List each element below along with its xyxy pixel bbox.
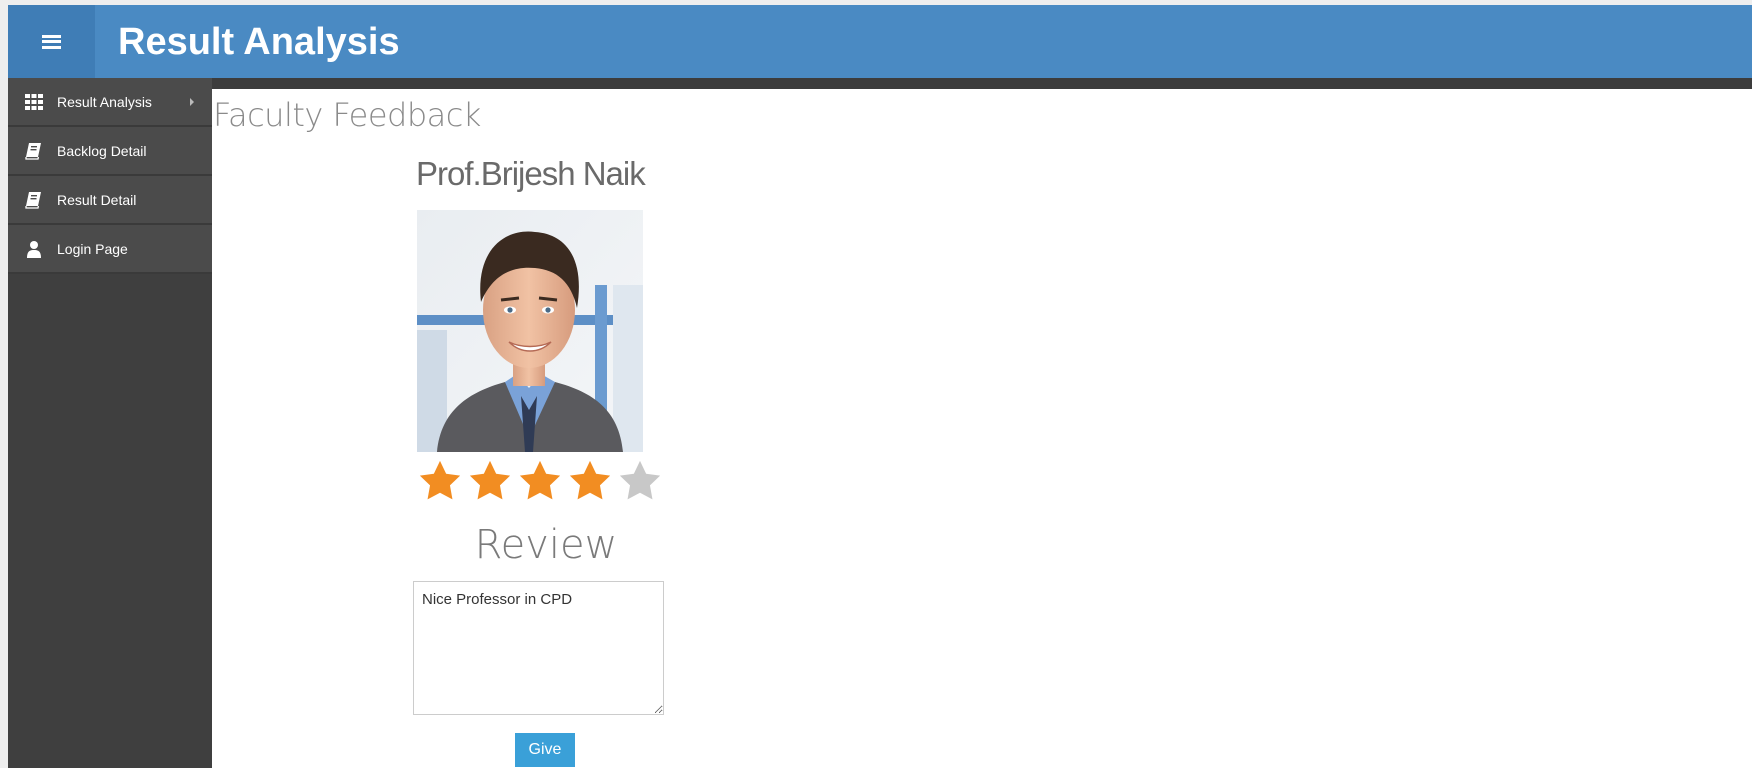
book-icon: [25, 191, 41, 209]
sidebar-item-label: Backlog Detail: [57, 142, 147, 159]
star-icon-3[interactable]: [517, 458, 563, 504]
review-heading: Review: [474, 522, 618, 568]
menu-toggle-button[interactable]: [8, 5, 95, 78]
sidebar-item-login-page[interactable]: Login Page: [8, 225, 212, 274]
review-textarea[interactable]: Nice Professor in CPD: [413, 581, 664, 715]
sidebar-item-label: Result Analysis: [57, 93, 152, 110]
main-content: Faculty Feedback Prof.Brijesh Naik Revie…: [212, 89, 1752, 768]
sidebar-item-backlog-detail[interactable]: Backlog Detail: [8, 127, 212, 176]
sidebar-item-result-detail[interactable]: Result Detail: [8, 176, 212, 225]
rating-stars[interactable]: [417, 458, 667, 508]
page-title: Faculty Feedback: [213, 96, 481, 134]
app-title: Result Analysis: [118, 21, 400, 63]
book-icon: [25, 142, 41, 160]
faculty-name: Prof.Brijesh Naik: [416, 155, 646, 192]
user-icon: [27, 240, 41, 258]
top-bar: Result Analysis: [8, 5, 1752, 78]
hamburger-icon: [42, 34, 61, 49]
give-button[interactable]: Give: [515, 733, 575, 767]
app-window: Result Analysis Result Analysis Backlog …: [8, 5, 1752, 768]
sidebar-item-label: Login Page: [57, 240, 128, 257]
sidebar-item-label: Result Detail: [57, 191, 137, 208]
star-icon-4[interactable]: [567, 458, 613, 504]
star-icon-1[interactable]: [417, 458, 463, 504]
sidebar: Result Analysis Backlog Detail Result De…: [8, 78, 212, 768]
grid-icon: [25, 93, 43, 110]
star-icon-2[interactable]: [467, 458, 513, 504]
faculty-photo: [417, 210, 643, 452]
star-icon-5[interactable]: [617, 458, 663, 504]
header-divider: [212, 78, 1752, 89]
sidebar-item-result-analysis[interactable]: Result Analysis: [8, 78, 212, 127]
chevron-right-icon: [190, 97, 194, 106]
